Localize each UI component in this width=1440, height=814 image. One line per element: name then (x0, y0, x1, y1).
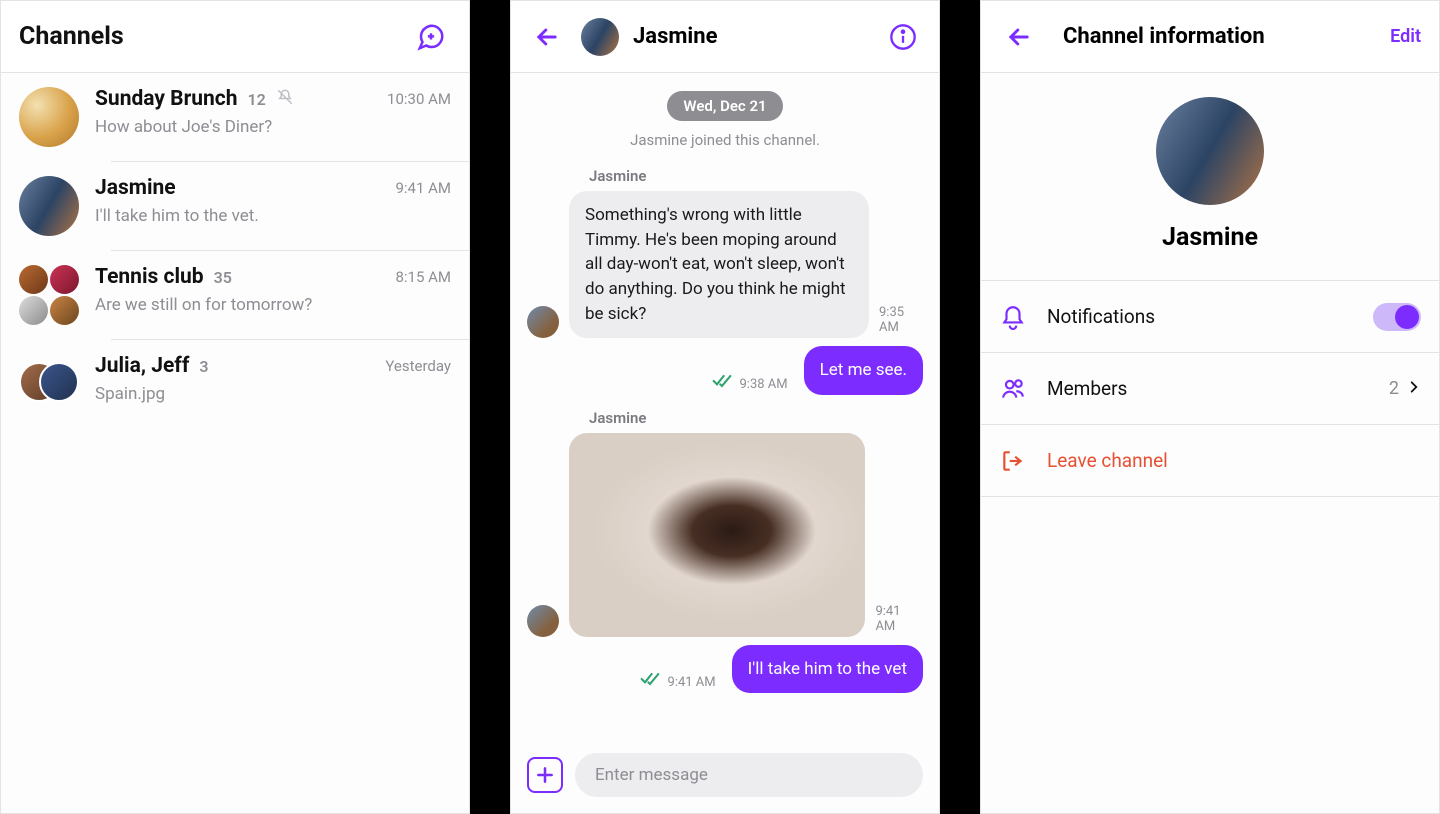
channel-avatar (19, 354, 79, 414)
info-title: Channel information (1063, 24, 1265, 49)
bell-icon (999, 304, 1027, 330)
message-in[interactable]: Something's wrong with little Timmy. He'… (527, 191, 923, 338)
channel-time: 9:41 AM (395, 179, 451, 197)
info-header: Channel information Edit (981, 1, 1439, 73)
chevron-right-icon (1407, 378, 1421, 399)
message-avatar (527, 605, 559, 637)
settings-leave[interactable]: Leave channel (981, 425, 1439, 497)
message-time: 9:38 AM (740, 377, 788, 395)
back-button[interactable] (527, 17, 567, 57)
channel-count: 12 (248, 90, 266, 109)
channel-preview: Are we still on for tomorrow? (95, 295, 451, 315)
chat-title: Jasmine (633, 24, 717, 49)
message-bubble: I'll take him to the vet (732, 645, 923, 694)
channel-avatar (19, 265, 79, 325)
settings-members[interactable]: Members 2 (981, 353, 1439, 425)
message-out[interactable]: 9:38 AM Let me see. (527, 346, 923, 395)
system-message: Jasmine joined this channel. (527, 131, 923, 149)
channel-row[interactable]: Tennis club 35 8:15 AM Are we still on f… (1, 251, 469, 339)
muted-icon (276, 88, 294, 110)
info-channel-name: Jasmine (981, 223, 1439, 252)
members-count: 2 (1389, 378, 1399, 399)
channel-row[interactable]: Jasmine 9:41 AM I'll take him to the vet… (1, 162, 469, 250)
settings-label: Members (1047, 377, 1369, 400)
message-time: 9:35 AM (879, 305, 923, 338)
channels-list[interactable]: Sunday Brunch 12 10:30 AM How about Joe'… (1, 73, 469, 813)
message-time: 9:41 AM (668, 675, 716, 693)
channel-avatar (19, 176, 79, 236)
message-out[interactable]: 9:41 AM I'll take him to the vet (527, 645, 923, 694)
compose-bar (511, 739, 939, 813)
info-screen: Channel information Edit Jasmine Notific… (980, 0, 1440, 814)
channel-preview: How about Joe's Diner? (95, 117, 451, 137)
members-count-trail: 2 (1389, 378, 1421, 399)
message-avatar (527, 306, 559, 338)
settings-list: Notifications Members 2 Le (981, 280, 1439, 497)
channels-screen: Channels Sunday Brunch 12 10:30 AM (0, 0, 470, 814)
info-body: Jasmine Notifications Members 2 (981, 73, 1439, 497)
channel-time: 10:30 AM (387, 90, 451, 108)
channel-row[interactable]: Sunday Brunch 12 10:30 AM How about Joe'… (1, 73, 469, 161)
read-receipt-icon (712, 373, 732, 395)
settings-label: Leave channel (1047, 449, 1421, 472)
chat-body[interactable]: Wed, Dec 21 Jasmine joined this channel.… (511, 73, 939, 739)
channel-name: Julia, Jeff (95, 354, 189, 378)
channels-header: Channels (1, 1, 469, 73)
read-receipt-icon (640, 671, 660, 693)
chat-screen: Jasmine Wed, Dec 21 Jasmine joined this … (510, 0, 940, 814)
settings-notifications[interactable]: Notifications (981, 281, 1439, 353)
chat-header: Jasmine (511, 1, 939, 73)
chat-avatar[interactable] (581, 18, 619, 56)
settings-label: Notifications (1047, 305, 1353, 328)
leave-icon (999, 448, 1027, 474)
sender-label: Jasmine (589, 409, 923, 427)
new-channel-button[interactable] (411, 17, 451, 57)
channel-name: Tennis club (95, 265, 204, 289)
channel-preview: Spain.jpg (95, 384, 451, 404)
channel-preview: I'll take him to the vet. (95, 206, 451, 226)
channel-avatar (19, 87, 79, 147)
channel-time: Yesterday (385, 357, 451, 375)
message-input[interactable] (575, 753, 923, 797)
back-button[interactable] (999, 17, 1039, 57)
channels-title: Channels (19, 22, 124, 51)
channel-row[interactable]: Julia, Jeff 3 Yesterday Spain.jpg (1, 340, 469, 428)
date-chip: Wed, Dec 21 (667, 91, 782, 121)
message-bubble: Something's wrong with little Timmy. He'… (569, 191, 869, 338)
message-time: 9:41 AM (875, 604, 923, 637)
channel-time: 8:15 AM (395, 268, 451, 286)
info-avatar[interactable] (1156, 97, 1264, 205)
members-icon (999, 376, 1027, 402)
edit-button[interactable]: Edit (1390, 26, 1421, 47)
message-image[interactable] (569, 433, 865, 637)
message-in[interactable]: 9:41 AM (527, 433, 923, 637)
message-bubble: Let me see. (804, 346, 923, 395)
channel-count: 3 (199, 357, 208, 376)
channel-name: Jasmine (95, 176, 176, 200)
attach-button[interactable] (527, 757, 563, 793)
channel-count: 35 (214, 268, 232, 287)
sender-label: Jasmine (589, 167, 923, 185)
channel-name: Sunday Brunch (95, 87, 238, 111)
channel-info-button[interactable] (883, 17, 923, 57)
notifications-toggle[interactable] (1373, 303, 1421, 331)
